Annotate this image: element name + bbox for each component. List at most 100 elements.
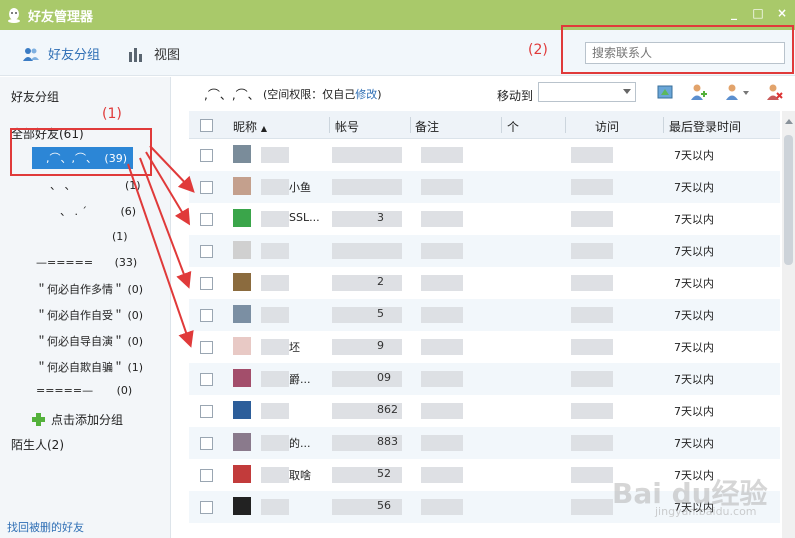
obscured-text <box>261 211 289 227</box>
add-group-button[interactable]: 点击添加分组 <box>32 411 123 428</box>
row-nickname: SSL... <box>289 211 320 224</box>
maximize-button[interactable]: □ <box>751 6 765 20</box>
sidebar-item-group[interactable]: 、 . ´ (6) <box>60 203 136 219</box>
obscured-text <box>332 275 402 291</box>
row-checkbox[interactable] <box>200 213 213 226</box>
group-annotation-box <box>10 128 152 176</box>
add-friend-icon[interactable] <box>689 83 707 101</box>
table-row[interactable]: 7天以内 <box>189 235 780 267</box>
sidebar-item-group[interactable]: ＂何必自作多情＂ (0) <box>36 281 143 297</box>
sidebar-item-group[interactable]: =====— (0) <box>36 384 132 397</box>
obscured-text <box>261 339 289 355</box>
obscured-text <box>421 275 463 291</box>
sidebar-item-strangers[interactable]: 陌生人(2) <box>11 436 64 453</box>
column-header-last-login[interactable]: 最后登录时间 <box>669 118 741 135</box>
row-nickname: 小鱼 <box>289 181 311 194</box>
sidebar-item-group[interactable]: 、 、 (1) <box>50 177 141 193</box>
scrollbar[interactable] <box>782 111 795 538</box>
obscured-text <box>261 467 289 483</box>
manage-friend-icon[interactable] <box>724 83 750 101</box>
obscured-text <box>571 435 613 451</box>
avatar <box>233 177 251 195</box>
obscured-text <box>571 307 613 323</box>
obscured-text <box>261 371 289 387</box>
row-checkbox[interactable] <box>200 245 213 258</box>
select-all-checkbox[interactable] <box>200 119 213 132</box>
obscured-text <box>332 211 402 227</box>
view-tab[interactable]: 视图 <box>128 44 180 63</box>
row-account: 3 <box>377 211 384 224</box>
row-account: 862 <box>377 403 398 416</box>
table-row[interactable]: 7天以内 <box>189 139 780 171</box>
avatar <box>233 209 251 227</box>
table-row[interactable]: 的... 883 7天以内 <box>189 427 780 459</box>
table-row[interactable]: 小鱼 7天以内 <box>189 171 780 203</box>
sidebar-item-group[interactable]: —===== (33) <box>36 256 137 269</box>
plus-icon <box>32 413 45 426</box>
space-permission: (空间权限：仅自己修改) <box>263 88 382 101</box>
table-row[interactable]: 5 7天以内 <box>189 299 780 331</box>
friends-groups-label: 好友分组 <box>48 48 101 63</box>
chevron-down-icon <box>623 89 631 94</box>
recover-deleted-link[interactable]: 找回被删的好友 <box>7 519 84 535</box>
row-last-login: 7天以内 <box>674 437 714 450</box>
row-nickname: 爵... <box>289 373 311 386</box>
friends-groups-tab[interactable]: 好友分组 <box>22 44 100 63</box>
row-checkbox[interactable] <box>200 501 213 514</box>
scroll-thumb[interactable] <box>784 135 793 265</box>
import-icon[interactable] <box>656 83 674 101</box>
row-checkbox[interactable] <box>200 277 213 290</box>
current-group-label: ,⌒、,⌒、 <box>204 88 260 102</box>
column-header-visit[interactable]: 访问 <box>595 118 619 135</box>
row-checkbox[interactable] <box>200 373 213 386</box>
row-checkbox[interactable] <box>200 181 213 194</box>
obscured-text <box>571 371 613 387</box>
sidebar-item-group[interactable]: (1) <box>112 230 128 243</box>
table-row[interactable]: 爵... 09 7天以内 <box>189 363 780 395</box>
avatar <box>233 369 251 387</box>
minimize-button[interactable]: _ <box>727 6 741 20</box>
close-button[interactable]: × <box>775 6 789 20</box>
obscured-text <box>571 467 613 483</box>
row-account: 5 <box>377 307 384 320</box>
column-header-nickname[interactable]: 昵称 ▲ <box>233 118 267 135</box>
table-row[interactable]: 坯 9 7天以内 <box>189 331 780 363</box>
table-row[interactable]: 862 7天以内 <box>189 395 780 427</box>
row-account: 9 <box>377 339 384 352</box>
column-header-remark[interactable]: 备注 <box>415 118 439 135</box>
row-checkbox[interactable] <box>200 149 213 162</box>
sidebar-item-group[interactable]: ＂何必自作自受＂ (0) <box>36 307 143 323</box>
obscured-text <box>332 339 402 355</box>
sidebar-item-group[interactable]: ＂何必自导自演＂ (0) <box>36 333 143 349</box>
column-header-account[interactable]: 帐号 <box>335 118 359 135</box>
row-checkbox[interactable] <box>200 341 213 354</box>
row-checkbox[interactable] <box>200 469 213 482</box>
obscured-text <box>332 147 402 163</box>
scroll-up-icon[interactable] <box>785 119 793 124</box>
annotation-label-1: (1) <box>102 106 122 122</box>
obscured-text <box>261 243 289 259</box>
sidebar-item-group[interactable]: ＂何必自欺自骗＂ (1) <box>36 359 143 375</box>
obscured-text <box>261 435 289 451</box>
table-row[interactable]: SSL... 3 7天以内 <box>189 203 780 235</box>
move-to-label: 移动到 <box>497 89 534 103</box>
column-header-signature[interactable]: 个 <box>507 118 519 135</box>
row-account: 52 <box>377 467 391 480</box>
row-checkbox[interactable] <box>200 437 213 450</box>
obscured-text <box>571 403 613 419</box>
search-input[interactable] <box>585 42 785 64</box>
row-last-login: 7天以内 <box>674 213 714 226</box>
edit-permission-link[interactable]: 修改 <box>355 88 377 101</box>
move-to-select[interactable] <box>538 82 636 102</box>
table-row[interactable]: 2 7天以内 <box>189 267 780 299</box>
row-account: 09 <box>377 371 391 384</box>
row-nickname: 取啥 <box>289 469 311 482</box>
obscured-text <box>421 243 463 259</box>
obscured-text <box>421 211 463 227</box>
row-checkbox[interactable] <box>200 405 213 418</box>
obscured-text <box>571 243 613 259</box>
delete-friend-icon[interactable] <box>765 83 783 101</box>
row-checkbox[interactable] <box>200 309 213 322</box>
obscured-text <box>332 371 402 387</box>
obscured-text <box>421 467 463 483</box>
